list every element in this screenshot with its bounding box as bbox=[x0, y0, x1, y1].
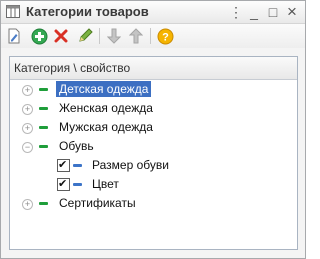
tree-item-label: Женская одежда bbox=[59, 101, 153, 115]
tree-item-label: Детская одежда bbox=[56, 81, 152, 97]
add-icon[interactable] bbox=[30, 27, 48, 45]
property-checkbox[interactable]: ✔ bbox=[57, 159, 70, 172]
table-icon bbox=[6, 5, 20, 18]
category-icon bbox=[39, 145, 48, 148]
tree-item-label: Сертификаты bbox=[59, 196, 136, 210]
pencil-icon[interactable] bbox=[76, 27, 94, 45]
tree-header[interactable]: Категория \ свойство bbox=[10, 57, 297, 80]
category-icon bbox=[39, 107, 48, 110]
property-icon bbox=[73, 183, 82, 186]
tree-item-label: Размер обуви bbox=[92, 158, 169, 172]
svg-text:?: ? bbox=[162, 31, 169, 43]
close-icon[interactable]: × bbox=[283, 3, 301, 21]
expand-icon[interactable]: + bbox=[22, 123, 33, 134]
edit-icon[interactable] bbox=[5, 27, 23, 45]
category-icon bbox=[39, 88, 48, 91]
tree-row-detskaya-odezhda[interactable]: + Детская одежда bbox=[10, 80, 297, 99]
toolbar-separator bbox=[99, 28, 100, 44]
column-header: Категория \ свойство bbox=[14, 61, 131, 75]
delete-icon[interactable] bbox=[52, 27, 70, 45]
toolbar: ? bbox=[1, 24, 305, 48]
tree-item-label: Мужская одежда bbox=[59, 120, 153, 134]
tree-panel: Категория \ свойство + Детская одежда + … bbox=[9, 56, 298, 250]
collapse-icon[interactable]: − bbox=[22, 142, 33, 153]
title-bar[interactable]: Категории товаров ⋮ _ □ × bbox=[1, 1, 305, 24]
window-title: Категории товаров bbox=[26, 4, 149, 19]
property-icon bbox=[73, 164, 82, 167]
help-icon[interactable]: ? bbox=[156, 27, 174, 45]
tree-row-zhenskaya-odezhda[interactable]: + Женская одежда bbox=[10, 99, 297, 118]
minimize-icon[interactable]: _ bbox=[245, 3, 263, 21]
property-checkbox[interactable]: ✔ bbox=[57, 178, 70, 191]
checkmark-icon: ✔ bbox=[58, 159, 68, 171]
tree-row-razmer-obuvi[interactable]: ✔ Размер обуви bbox=[10, 156, 297, 175]
tree-row-muzhskaya-odezhda[interactable]: + Мужская одежда bbox=[10, 118, 297, 137]
window: Категории товаров ⋮ _ □ × ? Категория \ … bbox=[0, 0, 306, 259]
maximize-icon[interactable]: □ bbox=[264, 3, 282, 21]
checkmark-icon: ✔ bbox=[58, 178, 68, 190]
tree-item-label: Цвет bbox=[92, 177, 119, 191]
tree-row-sertifikaty[interactable]: + Сертификаты bbox=[10, 194, 297, 213]
expand-icon[interactable]: + bbox=[22, 199, 33, 210]
toolbar-separator bbox=[150, 28, 151, 44]
tree-item-label: Обувь bbox=[59, 139, 94, 153]
tree-row-obuv[interactable]: − Обувь bbox=[10, 137, 297, 156]
more-options-icon[interactable]: ⋮ bbox=[227, 3, 245, 21]
expand-icon[interactable]: + bbox=[22, 104, 33, 115]
move-up-icon[interactable] bbox=[127, 27, 145, 45]
expand-icon[interactable]: + bbox=[22, 85, 33, 96]
move-down-icon[interactable] bbox=[105, 27, 123, 45]
category-icon bbox=[39, 126, 48, 129]
category-icon bbox=[39, 202, 48, 205]
tree-row-tsvet[interactable]: ✔ Цвет bbox=[10, 175, 297, 194]
